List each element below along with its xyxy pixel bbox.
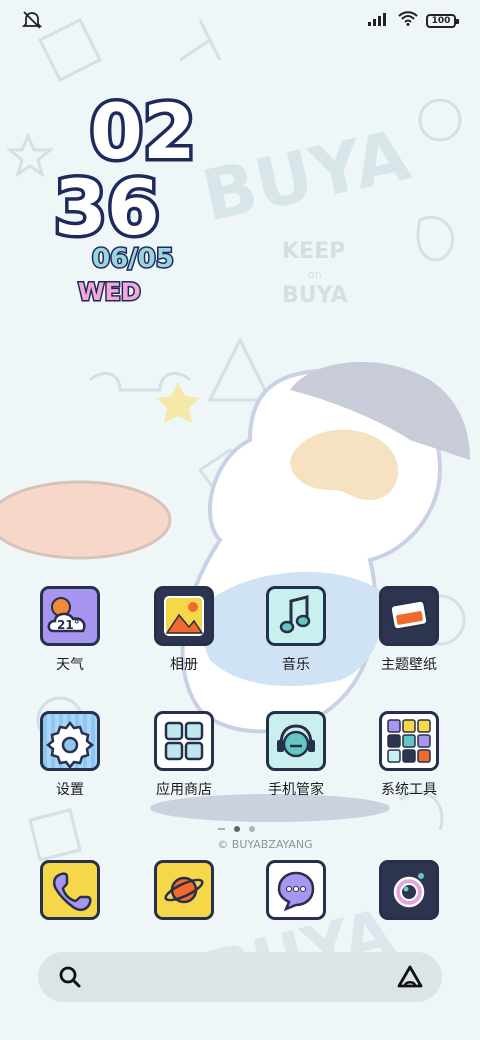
signal-icon [368, 11, 390, 30]
app-store[interactable]: 应用商店 [129, 711, 239, 799]
wallpaper-keep: KEEP [282, 239, 345, 264]
gallery-icon [154, 586, 214, 646]
page-indicator[interactable] [218, 826, 255, 832]
assistant-icon[interactable] [396, 964, 424, 994]
weather-temp: 21° [57, 618, 80, 632]
weather-icon: 21° [40, 586, 100, 646]
app-label: 主题壁纸 [381, 657, 437, 673]
app-security[interactable]: 手机管家 [241, 711, 351, 799]
app-store-icon [154, 711, 214, 771]
themes-icon [379, 586, 439, 646]
music-icon [266, 586, 326, 646]
app-label: 系统工具 [381, 782, 437, 798]
tools-folder-icon [379, 711, 439, 771]
app-label: 手机管家 [268, 782, 324, 798]
wallpaper-buya: BUYA [282, 283, 347, 308]
battery-indicator: 100 [426, 13, 459, 28]
app-label: 音乐 [282, 657, 310, 673]
security-icon [266, 711, 326, 771]
app-music[interactable]: 音乐 [241, 586, 351, 674]
wallpaper-credit: © BUYABZAYANG [217, 838, 313, 851]
messages-icon [266, 860, 326, 920]
phone-icon [40, 860, 100, 920]
search-icon[interactable] [58, 965, 82, 993]
camera-icon [379, 860, 439, 920]
app-label: 设置 [56, 782, 84, 798]
page-indicator-menu [218, 828, 225, 830]
clock-widget[interactable]: 02 36 06/05 WED [50, 80, 230, 310]
status-bar: 100 [0, 0, 480, 44]
dock-browser[interactable] [129, 860, 239, 920]
app-themes[interactable]: 主题壁纸 [354, 586, 464, 674]
wallpaper-on: on [308, 268, 322, 281]
app-tools-folder[interactable]: 系统工具 [354, 711, 464, 799]
clock-weekday: WED [78, 278, 141, 306]
mute-icon [21, 10, 43, 34]
app-label: 应用商店 [156, 782, 212, 798]
page-dot-active [234, 826, 240, 832]
search-bar[interactable] [38, 952, 442, 1002]
dock-phone[interactable] [15, 860, 125, 920]
app-settings[interactable]: 设置 [15, 711, 125, 799]
app-weather[interactable]: 21° 天气 [15, 586, 125, 674]
clock-minute: 36 [54, 163, 160, 252]
dock-messages[interactable] [241, 860, 351, 920]
app-label: 天气 [56, 657, 84, 673]
dock-camera[interactable] [354, 860, 464, 920]
settings-icon [40, 711, 100, 771]
wifi-icon [398, 11, 418, 30]
clock-date: 06/05 [92, 244, 174, 274]
app-label: 相册 [170, 657, 198, 673]
app-gallery[interactable]: 相册 [129, 586, 239, 674]
browser-icon [154, 860, 214, 920]
page-dot [249, 826, 255, 832]
